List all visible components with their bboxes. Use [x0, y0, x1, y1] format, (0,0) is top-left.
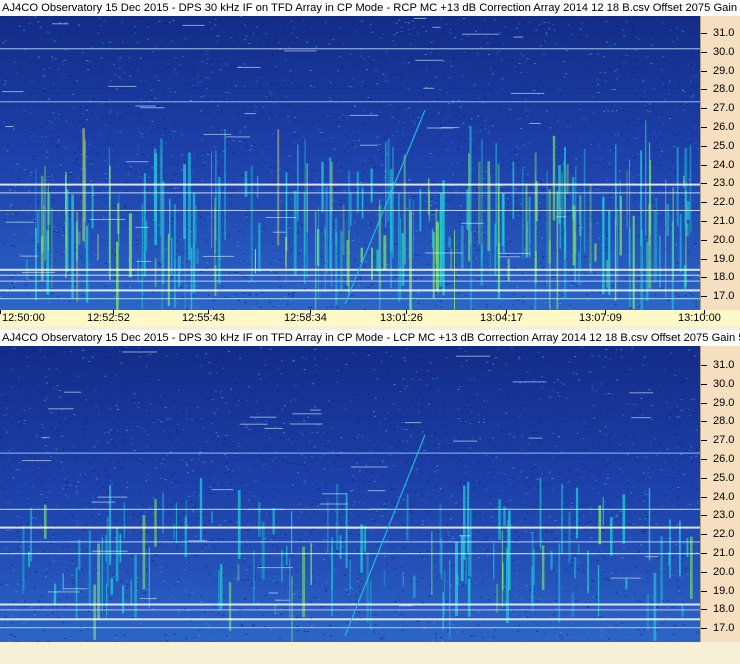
freq-tick-label: 29.0	[713, 64, 735, 77]
freq-tick-label: 20.0	[713, 565, 735, 578]
freq-tick	[701, 183, 707, 185]
freq-tick-label: 25.0	[713, 471, 735, 484]
time-tick-label: 13:01:26	[380, 312, 423, 324]
freq-tick-label: 24.0	[713, 490, 735, 503]
rcp-panel-title: AJ4CO Observatory 15 Dec 2015 - DPS 30 k…	[0, 0, 740, 16]
lcp-panel-title: AJ4CO Observatory 15 Dec 2015 - DPS 30 k…	[0, 330, 740, 346]
freq-tick-label: 27.0	[713, 102, 735, 115]
freq-tick	[701, 496, 707, 498]
freq-tick	[701, 590, 707, 592]
freq-tick	[701, 609, 707, 611]
freq-tick-label: 18.0	[713, 271, 735, 284]
freq-tick	[701, 33, 707, 34]
freq-tick-label: 21.0	[713, 215, 735, 227]
freq-tick-label: 31.0	[713, 27, 735, 39]
freq-tick-label: 25.0	[713, 139, 735, 152]
freq-tick-label: 30.0	[713, 45, 735, 58]
freq-tick-label: 22.0	[713, 196, 735, 209]
freq-tick	[701, 70, 707, 72]
freq-tick-label: 28.0	[713, 83, 735, 96]
freq-tick	[701, 365, 707, 366]
freq-tick	[701, 402, 707, 404]
time-tick-label: 12:52:52	[87, 312, 130, 324]
freq-tick	[701, 127, 707, 128]
freq-tick-label: 31.0	[713, 359, 735, 371]
freq-tick-label: 21.0	[713, 547, 735, 559]
time-axis: 12:50:00 12:52:52 12:55:43 12:58:34 13:01:26…	[0, 310, 740, 326]
time-tick-label: 13:04:17	[480, 312, 523, 324]
freq-tick-label: 22.0	[713, 528, 735, 541]
freq-tick	[701, 277, 707, 279]
freq-tick	[701, 51, 707, 53]
freq-tick	[701, 239, 707, 241]
freq-tick-label: 19.0	[713, 252, 735, 265]
rcp-frequency-axis: 31.0 30.0 29.0 28.0 27.0 26.0 25.0 24.0 23.0 22.0…	[700, 16, 740, 310]
freq-tick	[701, 221, 707, 222]
freq-tick	[701, 459, 707, 460]
freq-tick-label: 23.0	[713, 177, 735, 190]
freq-tick	[701, 553, 707, 554]
lcp-panel: AJ4CO Observatory 15 Dec 2015 - DPS 30 k…	[0, 330, 740, 664]
time-tick-label: 12:50:00	[2, 312, 45, 324]
freq-tick	[701, 108, 707, 110]
rcp-panel: AJ4CO Observatory 15 Dec 2015 - DPS 30 k…	[0, 0, 740, 328]
freq-tick-label: 17.0	[713, 622, 735, 635]
freq-tick-label: 26.0	[713, 453, 735, 465]
freq-tick	[701, 202, 707, 204]
lcp-frequency-axis: 31.0 30.0 29.0 28.0 27.0 26.0 25.0 24.0 23.0 22.0…	[700, 346, 740, 642]
lcp-spectrogram-image	[0, 346, 700, 642]
time-tick-label: 13:10:00	[678, 312, 721, 324]
freq-tick	[701, 571, 707, 573]
freq-tick-label: 30.0	[713, 377, 735, 390]
freq-tick	[701, 258, 707, 260]
freq-tick-label: 24.0	[713, 158, 735, 171]
freq-tick	[701, 421, 707, 423]
time-tick-label: 13:07:09	[579, 312, 622, 324]
freq-tick-label: 23.0	[713, 509, 735, 522]
rcp-spectrogram-image	[0, 16, 700, 310]
freq-tick-label: 28.0	[713, 415, 735, 428]
freq-tick-label: 26.0	[713, 121, 735, 133]
freq-tick	[701, 145, 707, 147]
freq-tick	[701, 164, 707, 166]
freq-tick-label: 29.0	[713, 396, 735, 409]
freq-tick	[701, 628, 707, 630]
freq-tick	[701, 383, 707, 385]
freq-tick-label: 19.0	[713, 584, 735, 597]
freq-tick-label: 20.0	[713, 233, 735, 246]
freq-tick	[701, 534, 707, 536]
time-tick-label: 12:55:43	[182, 312, 225, 324]
freq-tick	[701, 440, 707, 442]
lcp-spectrogram	[0, 346, 700, 642]
rcp-spectrogram	[0, 16, 700, 310]
time-tick	[0, 310, 1, 314]
freq-tick	[701, 477, 707, 479]
freq-tick	[701, 89, 707, 91]
freq-tick	[701, 515, 707, 517]
freq-tick-label: 17.0	[713, 290, 735, 303]
freq-tick-label: 27.0	[713, 434, 735, 447]
freq-tick-label: 18.0	[713, 603, 735, 616]
time-tick-label: 12:58:34	[284, 312, 327, 324]
freq-tick	[701, 296, 707, 298]
